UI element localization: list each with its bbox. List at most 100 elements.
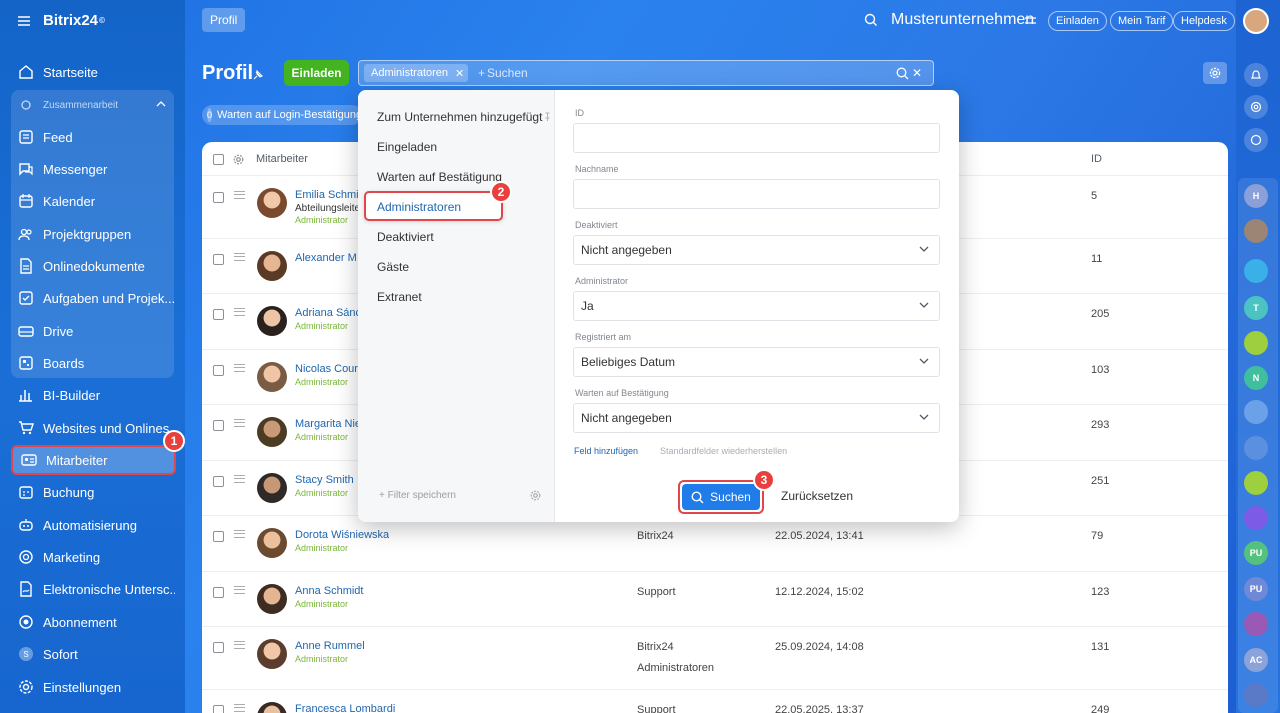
avatar[interactable] xyxy=(257,584,287,614)
deactivated-select[interactable]: Nicht angegeben xyxy=(573,235,940,265)
waiting-select[interactable]: Nicht angegeben xyxy=(573,403,940,433)
table-row[interactable]: Dorota Wiśniewska Administrator Bitrix24… xyxy=(202,515,1228,571)
task-chat-icon[interactable] xyxy=(1244,331,1268,355)
avatar[interactable] xyxy=(257,473,287,503)
avatar[interactable] xyxy=(257,702,287,713)
drag-handle-icon[interactable] xyxy=(234,704,245,712)
sidebar-item-bi-builder[interactable]: BI-Builder xyxy=(10,380,175,410)
employee-name[interactable]: Anna Schmidt xyxy=(295,585,363,597)
preset-extranet[interactable]: Extranet xyxy=(377,290,422,304)
logo[interactable]: Bitrix24 xyxy=(43,12,98,29)
sidebar-item-abonnement[interactable]: Abonnement xyxy=(10,607,175,637)
drag-handle-icon[interactable] xyxy=(234,364,245,372)
row-checkbox[interactable] xyxy=(213,705,224,713)
company-name[interactable]: Musterunternehmen xyxy=(891,11,1034,29)
avatar[interactable] xyxy=(257,306,287,336)
sidebar-item-mitarbeiter[interactable]: Mitarbeiter xyxy=(11,445,176,475)
avatar[interactable] xyxy=(257,188,287,218)
id-input[interactable] xyxy=(573,123,940,153)
row-checkbox[interactable] xyxy=(213,420,224,431)
avatar[interactable] xyxy=(257,528,287,558)
save-filter-link[interactable]: + Filter speichern xyxy=(379,490,456,501)
target-chat-icon[interactable] xyxy=(1244,506,1268,530)
preset-guests[interactable]: Gäste xyxy=(377,260,409,274)
preset-waiting[interactable]: Warten auf Bestätigung xyxy=(377,170,502,184)
drag-handle-icon[interactable] xyxy=(234,586,245,594)
chat-avatar-photo[interactable] xyxy=(1244,219,1268,243)
chat-avatar-pu-1[interactable]: PU xyxy=(1244,541,1268,565)
bell-icon[interactable] xyxy=(1244,63,1268,87)
search-button[interactable]: Suchen xyxy=(682,484,760,510)
select-all-checkbox[interactable] xyxy=(213,154,224,165)
employee-name[interactable]: Nicolas Cour xyxy=(295,363,358,375)
reset-button[interactable]: Zurücksetzen xyxy=(781,489,853,503)
gear-icon[interactable] xyxy=(530,490,541,501)
invite-top-button[interactable]: Einladen xyxy=(1048,11,1107,31)
row-checkbox[interactable] xyxy=(213,192,224,203)
preset-added[interactable]: Zum Unternehmen hinzugefügt xyxy=(377,110,542,124)
row-checkbox[interactable] xyxy=(213,642,224,653)
drag-handle-icon[interactable] xyxy=(234,191,245,199)
avatar[interactable] xyxy=(257,251,287,281)
sidebar-item-onlinedokumente[interactable]: Onlinedokumente xyxy=(10,251,175,281)
drag-handle-icon[interactable] xyxy=(234,419,245,427)
sidebar-item-marketing[interactable]: Marketing xyxy=(10,542,175,572)
target-icon[interactable] xyxy=(1244,95,1268,119)
drag-handle-icon[interactable] xyxy=(234,475,245,483)
sidebar-group-header[interactable]: Zusammenarbeit xyxy=(10,90,175,120)
chat-bubble-icon[interactable] xyxy=(1244,259,1268,283)
sidebar-item-websites[interactable]: Websites und Onlines... xyxy=(10,413,175,443)
employee-name[interactable]: Dorota Wiśniewska xyxy=(295,529,389,541)
employee-name[interactable]: Emilia Schmi xyxy=(295,189,359,201)
lock-chat-icon-2[interactable] xyxy=(1244,612,1268,636)
employee-name[interactable]: Margarita Nie xyxy=(295,418,361,430)
settings-button[interactable] xyxy=(1203,62,1227,84)
preset-deactivated[interactable]: Deaktiviert xyxy=(377,230,434,244)
clear-search-icon[interactable]: ✕ xyxy=(912,66,922,80)
avatar[interactable] xyxy=(257,417,287,447)
table-row[interactable]: Francesca Lombardi Support 22.05.2025, 1… xyxy=(202,689,1228,713)
sidebar-item-messenger[interactable]: Messenger xyxy=(10,154,175,184)
search-icon[interactable] xyxy=(864,13,878,27)
preset-admins-highlight[interactable]: Administratoren xyxy=(364,191,503,221)
chat-avatar-ac[interactable]: AC xyxy=(1244,648,1268,672)
chat-avatar-h[interactable]: H xyxy=(1244,184,1268,208)
row-checkbox[interactable] xyxy=(213,476,224,487)
column-header-id[interactable]: ID xyxy=(1091,153,1102,165)
row-checkbox[interactable] xyxy=(213,365,224,376)
admin-select[interactable]: Ja xyxy=(573,291,940,321)
row-checkbox[interactable] xyxy=(213,309,224,320)
sidebar-item-buchung[interactable]: Buchung xyxy=(10,477,175,507)
table-row[interactable]: Anna Schmidt Administrator Support 12.12… xyxy=(202,571,1228,626)
employee-name[interactable]: Alexander M xyxy=(295,252,357,264)
settings-sliders-icon[interactable] xyxy=(1025,16,1036,25)
drag-handle-icon[interactable] xyxy=(234,253,245,261)
counter-chip[interactable]: 0 Warten auf Login-Bestätigung xyxy=(202,105,362,125)
drag-handle-icon[interactable] xyxy=(234,530,245,538)
sidebar-item-aufgaben[interactable]: Aufgaben und Projek... xyxy=(10,283,175,313)
helpdesk-button[interactable]: Helpdesk xyxy=(1173,11,1235,31)
sidebar-item-signatur[interactable]: Elektronische Untersc... xyxy=(10,574,175,604)
lastname-input[interactable] xyxy=(573,179,940,209)
employee-name[interactable]: Anne Rummel xyxy=(295,640,365,652)
gear-icon[interactable] xyxy=(233,154,244,165)
filter-tag-close-icon[interactable]: ✕ xyxy=(455,67,464,80)
people-chat-icon[interactable] xyxy=(1244,683,1268,707)
sidebar-item-automatisierung[interactable]: Automatisierung xyxy=(10,510,175,540)
filter-tag[interactable]: Administratoren ✕ xyxy=(364,64,469,82)
sidebar-item-einstellungen[interactable]: Einstellungen xyxy=(10,672,175,702)
restore-fields-link[interactable]: Standardfelder wiederherstellen xyxy=(660,446,787,456)
filter-search-bar[interactable]: Administratoren ✕ + Suchen ✕ xyxy=(358,60,934,86)
user-avatar[interactable] xyxy=(1243,8,1269,34)
row-checkbox[interactable] xyxy=(213,531,224,542)
row-checkbox[interactable] xyxy=(213,587,224,598)
tab-profil[interactable]: Profil xyxy=(202,8,246,32)
sidebar-item-kalender[interactable]: Kalender xyxy=(10,186,175,216)
task-chat-icon-2[interactable] xyxy=(1244,471,1268,495)
pin-icon[interactable] xyxy=(544,112,551,122)
table-row[interactable]: Anne Rummel Administrator Bitrix24 Admin… xyxy=(202,626,1228,689)
group-chat-icon[interactable] xyxy=(1244,400,1268,424)
registered-select[interactable]: Beliebiges Datum xyxy=(573,347,940,377)
invite-button[interactable]: Einladen xyxy=(284,60,349,86)
chevron-up-icon[interactable] xyxy=(156,101,166,107)
